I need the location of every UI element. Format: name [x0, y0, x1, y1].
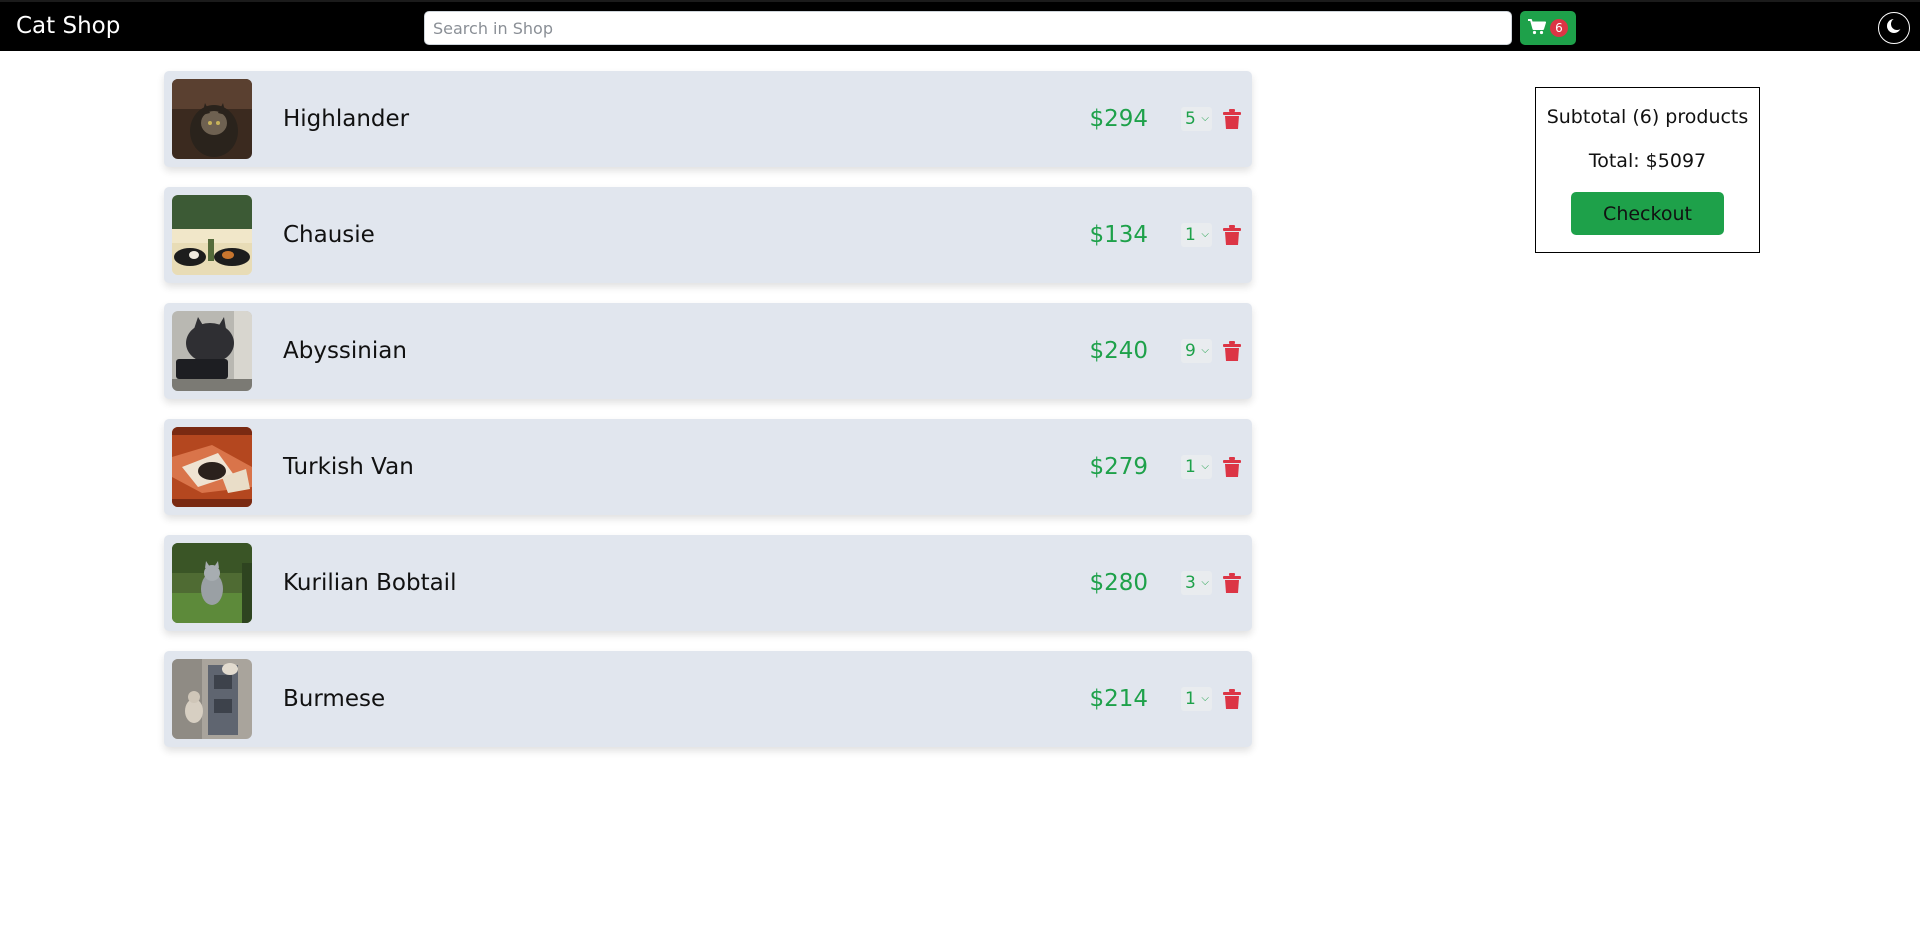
product-price: $294: [1089, 106, 1148, 132]
product-name: Turkish Van: [283, 454, 414, 480]
cart-item: Kurilian Bobtail $280 3 ⌵: [164, 535, 1252, 631]
product-image: [172, 195, 252, 275]
quantity-value: 9: [1185, 341, 1196, 361]
quantity-select[interactable]: 1 ⌵: [1181, 223, 1212, 247]
cart-count-badge: 6: [1550, 19, 1568, 37]
delete-icon[interactable]: [1223, 109, 1241, 129]
product-image: [172, 311, 252, 391]
delete-icon[interactable]: [1223, 573, 1241, 593]
cart-button[interactable]: 6: [1520, 11, 1576, 45]
navbar: Cat Shop 6: [0, 0, 1920, 51]
cart-item: Chausie $134 1 ⌵: [164, 187, 1252, 283]
chevron-down-icon: ⌵: [1201, 229, 1209, 240]
chevron-down-icon: ⌵: [1201, 345, 1209, 356]
quantity-value: 1: [1185, 689, 1196, 709]
cart-item: Burmese $214 1 ⌵: [164, 651, 1252, 747]
subtotal-text: Subtotal (6) products: [1546, 106, 1749, 128]
product-price: $134: [1089, 222, 1148, 248]
quantity-select[interactable]: 9 ⌵: [1181, 339, 1212, 363]
order-summary: Subtotal (6) products Total: $5097 Check…: [1535, 87, 1760, 253]
brand-title[interactable]: Cat Shop: [16, 11, 120, 41]
product-price: $280: [1089, 570, 1148, 596]
quantity-select[interactable]: 1 ⌵: [1181, 455, 1212, 479]
shopping-cart-icon: [1528, 18, 1546, 38]
product-name: Kurilian Bobtail: [283, 570, 457, 596]
quantity-value: 3: [1185, 573, 1196, 593]
quantity-value: 1: [1185, 225, 1196, 245]
search-input[interactable]: [424, 11, 1512, 45]
checkout-button[interactable]: Checkout: [1571, 192, 1724, 235]
delete-icon[interactable]: [1223, 225, 1241, 245]
product-image: [172, 79, 252, 159]
total-text: Total: $5097: [1588, 150, 1707, 172]
quantity-value: 5: [1185, 109, 1196, 129]
product-image: [172, 659, 252, 739]
product-name: Burmese: [283, 686, 386, 712]
theme-toggle-button[interactable]: [1878, 12, 1910, 44]
product-price: $214: [1089, 686, 1148, 712]
chevron-down-icon: ⌵: [1201, 113, 1209, 124]
quantity-select[interactable]: 5 ⌵: [1181, 107, 1212, 131]
moon-icon: [1886, 18, 1903, 38]
quantity-select[interactable]: 3 ⌵: [1181, 571, 1212, 595]
quantity-value: 1: [1185, 457, 1196, 477]
product-price: $240: [1089, 338, 1148, 364]
chevron-down-icon: ⌵: [1201, 461, 1209, 472]
cart-item: Abyssinian $240 9 ⌵: [164, 303, 1252, 399]
cart-item: Highlander $294 5 ⌵: [164, 71, 1252, 167]
delete-icon[interactable]: [1223, 341, 1241, 361]
product-name: Chausie: [283, 222, 375, 248]
product-image: [172, 543, 252, 623]
product-name: Abyssinian: [283, 338, 407, 364]
cart-item: Turkish Van $279 1 ⌵: [164, 419, 1252, 515]
delete-icon[interactable]: [1223, 457, 1241, 477]
product-price: $279: [1089, 454, 1148, 480]
cart-item-list: Highlander $294 5 ⌵ Chausie $134 1 ⌵ Aby…: [164, 71, 1252, 767]
delete-icon[interactable]: [1223, 689, 1241, 709]
product-image: [172, 427, 252, 507]
chevron-down-icon: ⌵: [1201, 577, 1209, 588]
quantity-select[interactable]: 1 ⌵: [1181, 687, 1212, 711]
product-name: Highlander: [283, 106, 410, 132]
chevron-down-icon: ⌵: [1201, 693, 1209, 704]
